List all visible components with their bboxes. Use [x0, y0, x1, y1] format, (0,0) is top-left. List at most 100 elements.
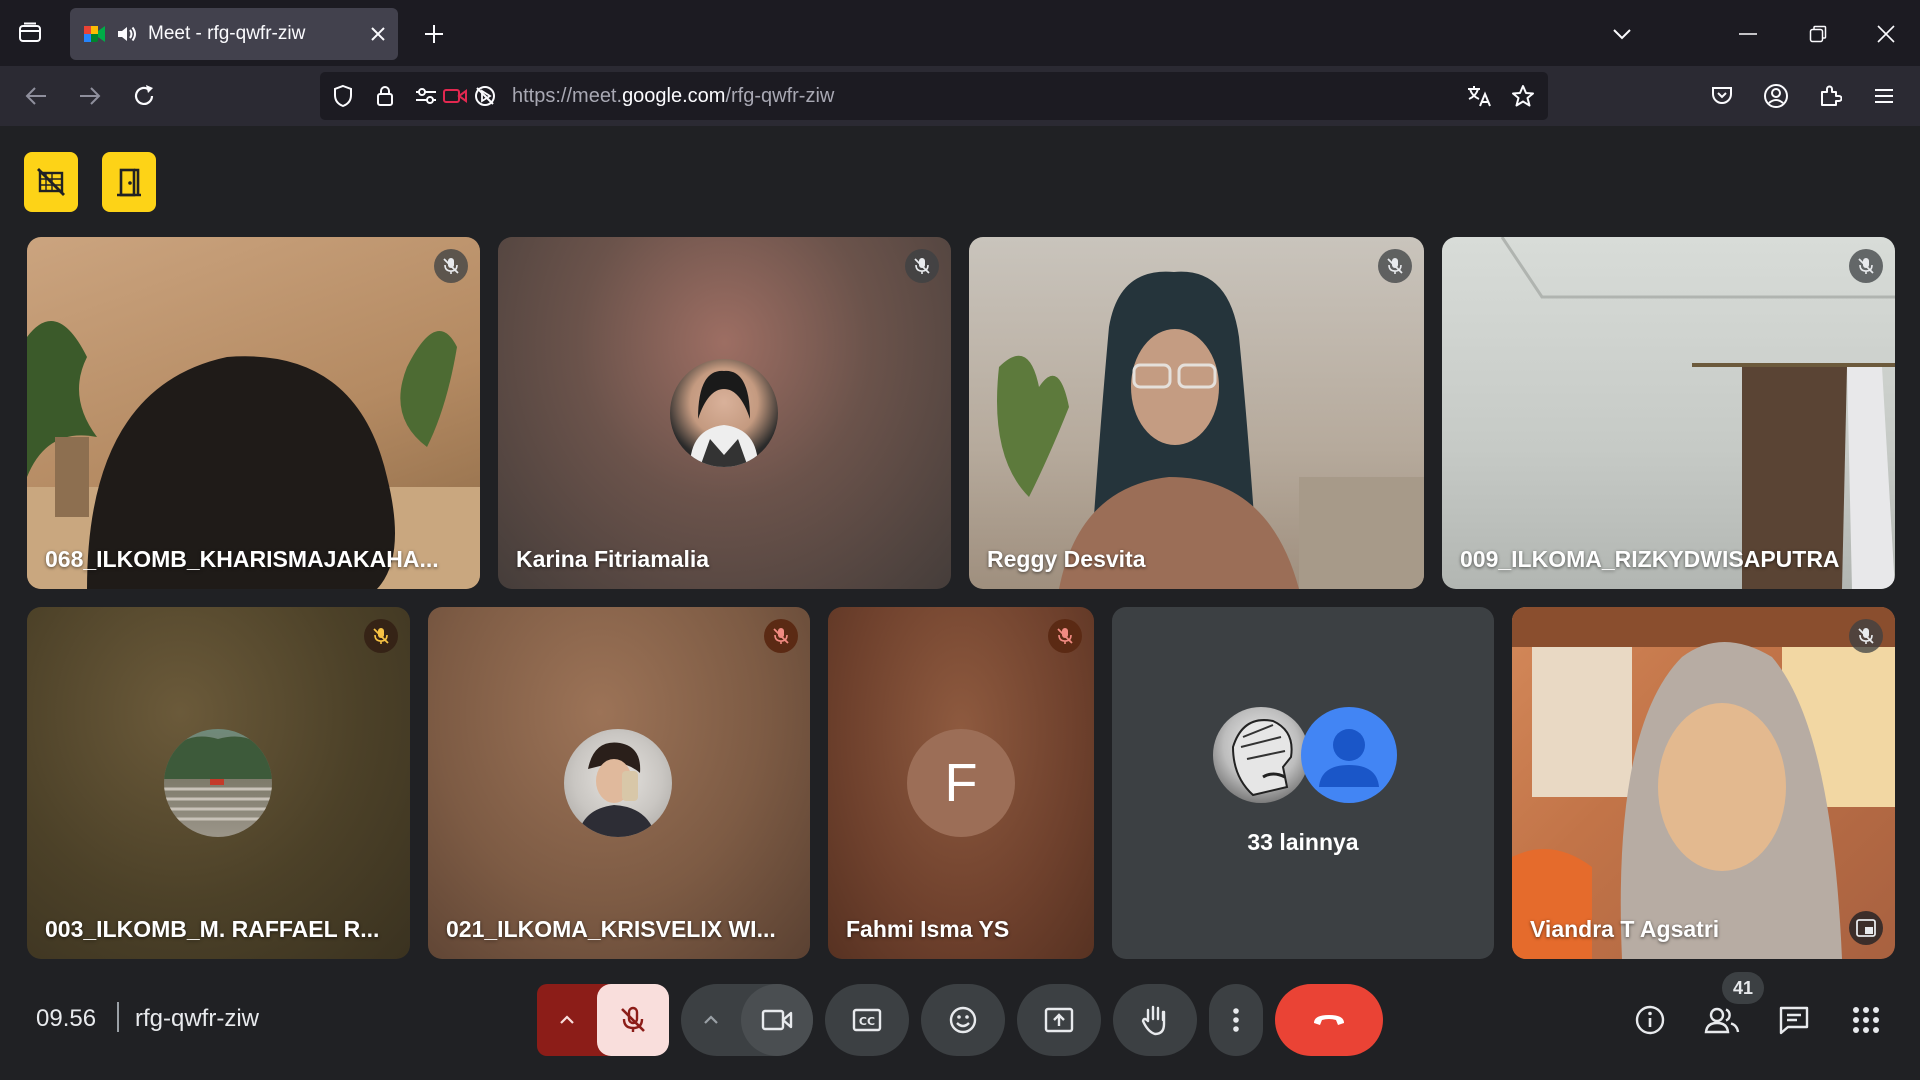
- tab-list-icon[interactable]: [14, 18, 46, 48]
- restore-icon[interactable]: [1804, 20, 1832, 48]
- close-window-icon[interactable]: [1872, 20, 1900, 48]
- present-screen-button[interactable]: [1017, 984, 1101, 1056]
- forward-icon[interactable]: [74, 80, 106, 112]
- avatar-initial: F: [944, 753, 978, 813]
- browser-tab-bar: Meet - rfg-qwfr-ziw: [0, 0, 1920, 66]
- participant-tile[interactable]: F Fahmi Isma YS: [828, 607, 1094, 959]
- reload-icon[interactable]: [128, 80, 160, 112]
- avatar: [670, 359, 778, 467]
- chat-icon: [1779, 1006, 1809, 1035]
- chevron-up-icon: [560, 1015, 574, 1024]
- participant-name: 009_ILKOMA_RIZKYDWISAPUTRA: [1460, 546, 1840, 572]
- back-icon[interactable]: [20, 80, 52, 112]
- muted-mic-badge: [1378, 249, 1412, 283]
- video-options-button[interactable]: [681, 984, 741, 1056]
- video-feed: [27, 321, 480, 589]
- others-tile[interactable]: 33 lainnya: [1112, 607, 1494, 959]
- closed-captions-icon: CC: [852, 1008, 882, 1032]
- leave-room-button[interactable]: [102, 152, 156, 212]
- end-call-button[interactable]: [1275, 984, 1383, 1056]
- mic-off-icon: [773, 628, 789, 644]
- camera-in-use-icon[interactable]: [442, 83, 468, 109]
- more-vertical-icon: [1233, 1008, 1239, 1032]
- people-count-badge: 41: [1722, 972, 1764, 1004]
- translate-icon[interactable]: [1466, 83, 1492, 109]
- mic-off-icon: [373, 628, 389, 644]
- participant-tile[interactable]: 068_ILKOMB_KHARISMAJAKAHA...: [27, 237, 480, 589]
- account-icon[interactable]: [1760, 80, 1792, 112]
- meet-favicon-icon: [84, 24, 106, 44]
- lock-icon[interactable]: [372, 83, 398, 109]
- url-path: /rfg-qwfr-ziw: [725, 85, 835, 107]
- extensions-icon[interactable]: [1814, 80, 1846, 112]
- video-feed: [997, 271, 1424, 589]
- video-off-toggle-button[interactable]: [24, 152, 78, 212]
- speaker-icon[interactable]: [116, 24, 138, 44]
- mic-off-icon: [914, 258, 930, 274]
- more-options-button[interactable]: [1209, 984, 1263, 1056]
- captions-button[interactable]: CC: [825, 984, 909, 1056]
- muted-mic-badge: [1849, 619, 1883, 653]
- raise-hand-icon: [1141, 1005, 1166, 1036]
- present-screen-icon: [1044, 1007, 1074, 1033]
- emoji-icon: [949, 1006, 977, 1034]
- participant-tile[interactable]: 009_ILKOMA_RIZKYDWISAPUTRA: [1442, 237, 1895, 589]
- url-bar[interactable]: https://meet.google.com/rfg-qwfr-ziw: [320, 72, 1548, 120]
- hang-up-icon: [1314, 1015, 1344, 1025]
- browser-nav-bar: https://meet.google.com/rfg-qwfr-ziw: [0, 66, 1920, 126]
- mic-off-icon: [1057, 628, 1073, 644]
- avatar: [1213, 707, 1309, 803]
- participant-name: 068_ILKOMB_KHARISMAJAKAHA...: [45, 546, 439, 572]
- url-text[interactable]: https://meet.google.com/rfg-qwfr-ziw: [512, 85, 834, 108]
- activities-button[interactable]: [1842, 996, 1890, 1044]
- camera-toggle-button[interactable]: [741, 984, 813, 1056]
- mic-off-icon: [1858, 628, 1874, 644]
- audio-options-button[interactable]: [537, 984, 597, 1056]
- autoplay-blocked-icon[interactable]: [472, 83, 498, 109]
- chevron-down-icon[interactable]: [1608, 20, 1636, 48]
- participant-tile[interactable]: 021_ILKOMA_KRISVELIX WI...: [428, 607, 810, 959]
- participant-tile[interactable]: 003_ILKOMB_M. RAFFAEL R...: [27, 607, 410, 959]
- pocket-icon[interactable]: [1706, 80, 1738, 112]
- reactions-button[interactable]: [921, 984, 1005, 1056]
- participant-name: Fahmi Isma YS: [846, 916, 1010, 942]
- video-feed: [1512, 607, 1895, 959]
- people-icon: [1704, 1007, 1740, 1034]
- video-off-icon: [37, 168, 65, 196]
- participant-tile[interactable]: Reggy Desvita: [969, 237, 1424, 589]
- bookmark-star-icon[interactable]: [1510, 83, 1536, 109]
- minimize-icon[interactable]: [1734, 20, 1762, 48]
- raise-hand-button[interactable]: [1113, 984, 1197, 1056]
- avatar: [164, 729, 272, 837]
- chevron-up-icon: [704, 1015, 718, 1024]
- new-tab-icon[interactable]: [420, 20, 448, 48]
- avatar: [1301, 707, 1397, 803]
- mic-off-icon: [443, 258, 459, 274]
- participant-name: Viandra T Agsatri: [1530, 916, 1720, 942]
- participant-tile[interactable]: Viandra T Agsatri: [1512, 607, 1895, 959]
- chat-button[interactable]: [1770, 996, 1818, 1044]
- muted-mic-badge: [434, 249, 468, 283]
- muted-mic-badge: [364, 619, 398, 653]
- divider: [117, 1002, 119, 1032]
- video-feed: [1500, 237, 1895, 589]
- muted-mic-badge: [1849, 249, 1883, 283]
- avatar: F: [907, 729, 1015, 837]
- apps-grid-icon: [1853, 1007, 1879, 1033]
- picture-in-picture-icon[interactable]: [1849, 911, 1883, 945]
- meeting-code: rfg-qwfr-ziw: [135, 1005, 259, 1032]
- muted-mic-badge: [764, 619, 798, 653]
- close-tab-icon[interactable]: [366, 22, 390, 46]
- menu-icon[interactable]: [1868, 80, 1900, 112]
- meeting-details-button[interactable]: [1626, 996, 1674, 1044]
- info-icon: [1635, 1005, 1665, 1035]
- participant-name: Karina Fitriamalia: [516, 546, 710, 572]
- participant-tile[interactable]: Karina Fitriamalia: [498, 237, 951, 589]
- door-icon: [117, 168, 141, 197]
- mic-toggle-button[interactable]: [597, 984, 669, 1056]
- permissions-icon[interactable]: [413, 83, 439, 109]
- video-camera-icon: [761, 1009, 793, 1031]
- muted-mic-badge: [905, 249, 939, 283]
- browser-tab[interactable]: Meet - rfg-qwfr-ziw: [70, 8, 398, 60]
- shield-icon[interactable]: [330, 83, 356, 109]
